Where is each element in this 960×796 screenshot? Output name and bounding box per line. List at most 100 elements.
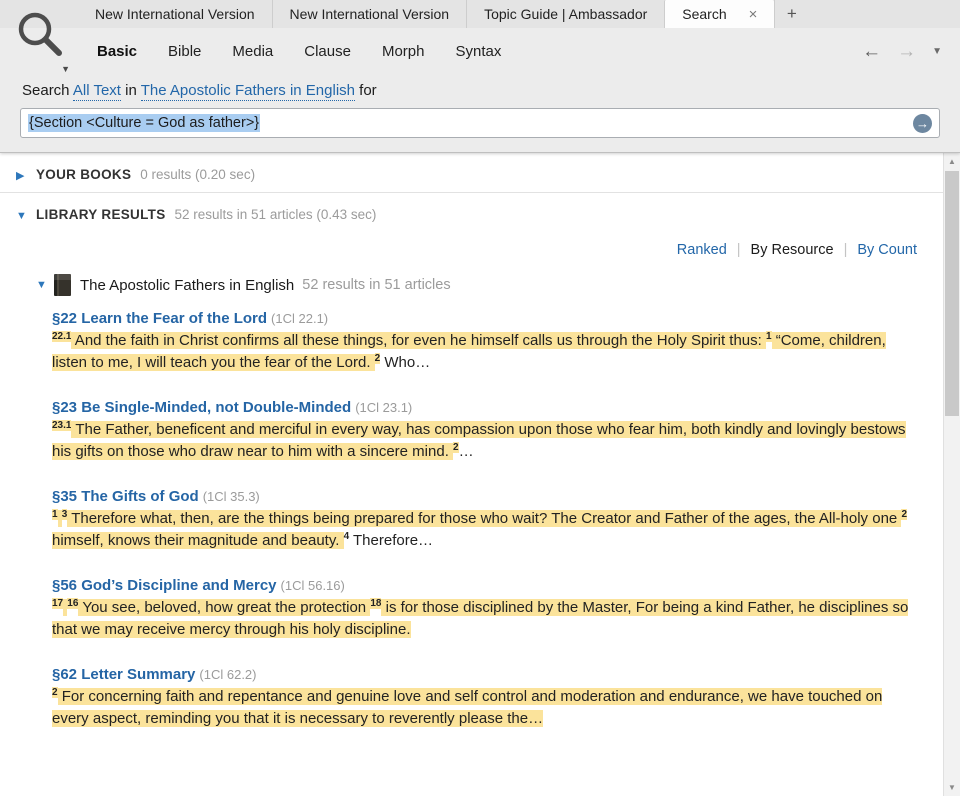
new-tab-button[interactable]: + <box>774 0 808 28</box>
search-result: §56 God’s Discipline and Mercy (1Cl 56.16… <box>52 577 919 641</box>
search-result: §23 Be Single-Minded, not Double-Minded (… <box>52 399 919 463</box>
tab-label: Search <box>682 6 727 22</box>
tab-1[interactable]: New International Version <box>78 0 272 28</box>
tab-strip: New International Version New Internation… <box>0 0 960 28</box>
scope-word-in: in <box>125 82 137 99</box>
scope-word-for: for <box>359 82 377 99</box>
sort-options: Ranked | By Resource | By Count <box>0 232 943 262</box>
result-title-link[interactable]: §23 Be Single-Minded, not Double-Minded <box>52 399 351 416</box>
search-input-row: {Section <Culture = God as father>} → <box>20 108 940 138</box>
sort-option-ranked[interactable]: Ranked <box>677 242 727 258</box>
nav-item-media[interactable]: Media <box>232 43 273 60</box>
execute-search-icon[interactable]: → <box>913 113 932 133</box>
tab-3[interactable]: Topic Guide | Ambassador <box>466 0 664 28</box>
snippet-superscript: 2 <box>901 509 907 520</box>
search-result: §22 Learn the Fear of the Lord (1Cl 22.1)… <box>52 310 919 374</box>
scroll-down-icon[interactable]: ▼ <box>944 779 960 796</box>
snippet-text: The Father, beneficent and merciful in e… <box>52 421 906 460</box>
result-reference: (1Cl 56.16) <box>280 578 345 593</box>
panel-header: ▼ New International Version New Internati… <box>0 0 960 153</box>
nav-item-syntax[interactable]: Syntax <box>455 43 501 60</box>
snippet-text: For concerning faith and repentance and … <box>52 688 883 727</box>
nav-item-basic[interactable]: Basic <box>97 43 137 60</box>
tab-4[interactable]: Search × <box>664 0 775 28</box>
nav-item-bible[interactable]: Bible <box>168 43 201 60</box>
result-title-row: §35 The Gifts of God (1Cl 35.3) <box>52 488 919 505</box>
scope-word-search: Search <box>22 82 70 99</box>
panel-menu-caret-icon[interactable]: ▼ <box>61 64 70 74</box>
tab-label: New International Version <box>289 6 450 22</box>
resource-summary: 52 results in 51 articles <box>302 277 451 293</box>
book-cover-icon <box>54 274 71 296</box>
library-results-summary: 52 results in 51 articles (0.43 sec) <box>174 207 377 222</box>
sort-option-by-count[interactable]: By Count <box>857 242 917 258</box>
sort-separator: | <box>843 242 848 258</box>
forward-icon[interactable]: → <box>897 42 916 61</box>
history-dropdown-icon[interactable]: ▼ <box>932 46 942 57</box>
sort-separator: | <box>736 242 741 258</box>
result-reference: (1Cl 22.1) <box>271 311 329 326</box>
history-controls: ← → ▼ <box>862 42 942 61</box>
resource-header[interactable]: ▼ The Apostolic Fathers in English 52 re… <box>0 262 943 298</box>
nav-item-clause[interactable]: Clause <box>304 43 351 60</box>
result-title-row: §56 God’s Discipline and Mercy (1Cl 56.16… <box>52 577 919 594</box>
result-title-link[interactable]: §62 Letter Summary <box>52 666 195 683</box>
scroll-up-icon[interactable]: ▲ <box>944 153 960 170</box>
scrollbar[interactable]: ▲ ▼ <box>943 153 960 796</box>
snippet-superscript: 2 <box>52 687 58 698</box>
result-title-link[interactable]: §22 Learn the Fear of the Lord <box>52 310 267 327</box>
query-selected-text: {Section <Culture = God as father>} <box>28 114 261 132</box>
snippet-superscript: 16 <box>67 598 79 609</box>
results-list: §22 Learn the Fear of the Lord (1Cl 22.1)… <box>52 310 919 730</box>
result-title-row: §23 Be Single-Minded, not Double-Minded (… <box>52 399 919 416</box>
snippet-superscript: 22.1 <box>52 331 72 342</box>
back-icon[interactable]: ← <box>862 42 881 61</box>
resource-expanded-triangle-icon[interactable]: ▼ <box>36 279 54 291</box>
scrollbar-thumb[interactable] <box>945 171 959 416</box>
nav-item-morph[interactable]: Morph <box>382 43 425 60</box>
snippet-superscript: 23.1 <box>52 420 72 431</box>
results-content: ▶ YOUR BOOKS 0 results (0.20 sec) ▼ LIBR… <box>0 153 943 796</box>
snippet-text: … <box>458 443 474 460</box>
result-snippet[interactable]: 23.1 The Father, beneficent and merciful… <box>52 419 919 463</box>
expanded-triangle-icon[interactable]: ▼ <box>16 210 36 222</box>
tab-close-icon[interactable]: × <box>749 7 758 22</box>
result-title-row: §62 Letter Summary (1Cl 62.2) <box>52 666 919 683</box>
search-result: §35 The Gifts of God (1Cl 35.3) 1 3 Theref… <box>52 488 919 552</box>
library-results-title: LIBRARY RESULTS <box>36 207 166 222</box>
search-query-input[interactable]: {Section <Culture = God as father>} → <box>20 108 940 138</box>
scope-resource-link[interactable]: The Apostolic Fathers in English <box>140 82 355 101</box>
library-results-section-header[interactable]: ▼ LIBRARY RESULTS 52 results in 51 artic… <box>0 193 943 232</box>
snippet-text: Who… <box>380 354 431 371</box>
snippet-superscript: 17 <box>52 598 64 609</box>
sort-option-by-resource[interactable]: By Resource <box>751 242 834 258</box>
result-snippet[interactable]: 17 16 You see, beloved, how great the pr… <box>52 597 919 641</box>
result-snippet[interactable]: 2 For concerning faith and repentance an… <box>52 686 919 730</box>
tab-label: Topic Guide | Ambassador <box>484 6 648 22</box>
snippet-superscript: 1 <box>765 331 772 342</box>
result-snippet[interactable]: 22.1 And the faith in Christ confirms al… <box>52 330 919 374</box>
your-books-section-header[interactable]: ▶ YOUR BOOKS 0 results (0.20 sec) <box>0 153 943 192</box>
search-result: §62 Letter Summary (1Cl 62.2) 2 For concer… <box>52 666 919 730</box>
result-reference: (1Cl 35.3) <box>202 489 260 504</box>
search-scope-row: Search All Text in The Apostolic Fathers… <box>0 74 960 101</box>
snippet-text: You see, beloved, how great the protecti… <box>78 599 371 616</box>
magnifier-icon <box>18 12 62 56</box>
snippet-superscript: 18 <box>370 598 382 609</box>
scope-field-link[interactable]: All Text <box>72 82 121 101</box>
search-type-tabs: Basic Bible Media Clause Morph Syntax <box>97 43 501 60</box>
result-title-link[interactable]: §35 The Gifts of God <box>52 488 199 505</box>
results-area: ▶ YOUR BOOKS 0 results (0.20 sec) ▼ LIBR… <box>0 153 960 796</box>
tab-label: New International Version <box>95 6 255 22</box>
snippet-text: And the faith in Christ confirms all the… <box>71 332 766 349</box>
result-snippet[interactable]: 1 3 Therefore what, then, are the things… <box>52 508 919 552</box>
result-title-link[interactable]: §56 God’s Discipline and Mercy <box>52 577 277 594</box>
collapsed-triangle-icon[interactable]: ▶ <box>16 169 36 182</box>
resource-title: The Apostolic Fathers in English <box>80 276 295 294</box>
your-books-summary: 0 results (0.20 sec) <box>140 167 256 182</box>
result-reference: (1Cl 62.2) <box>199 667 257 682</box>
tab-2[interactable]: New International Version <box>271 0 467 28</box>
snippet-text: Therefore… <box>349 532 434 549</box>
snippet-text: himself, knows their magnitude and beaut… <box>52 532 344 549</box>
search-panel-icon: ▼ <box>14 8 72 74</box>
